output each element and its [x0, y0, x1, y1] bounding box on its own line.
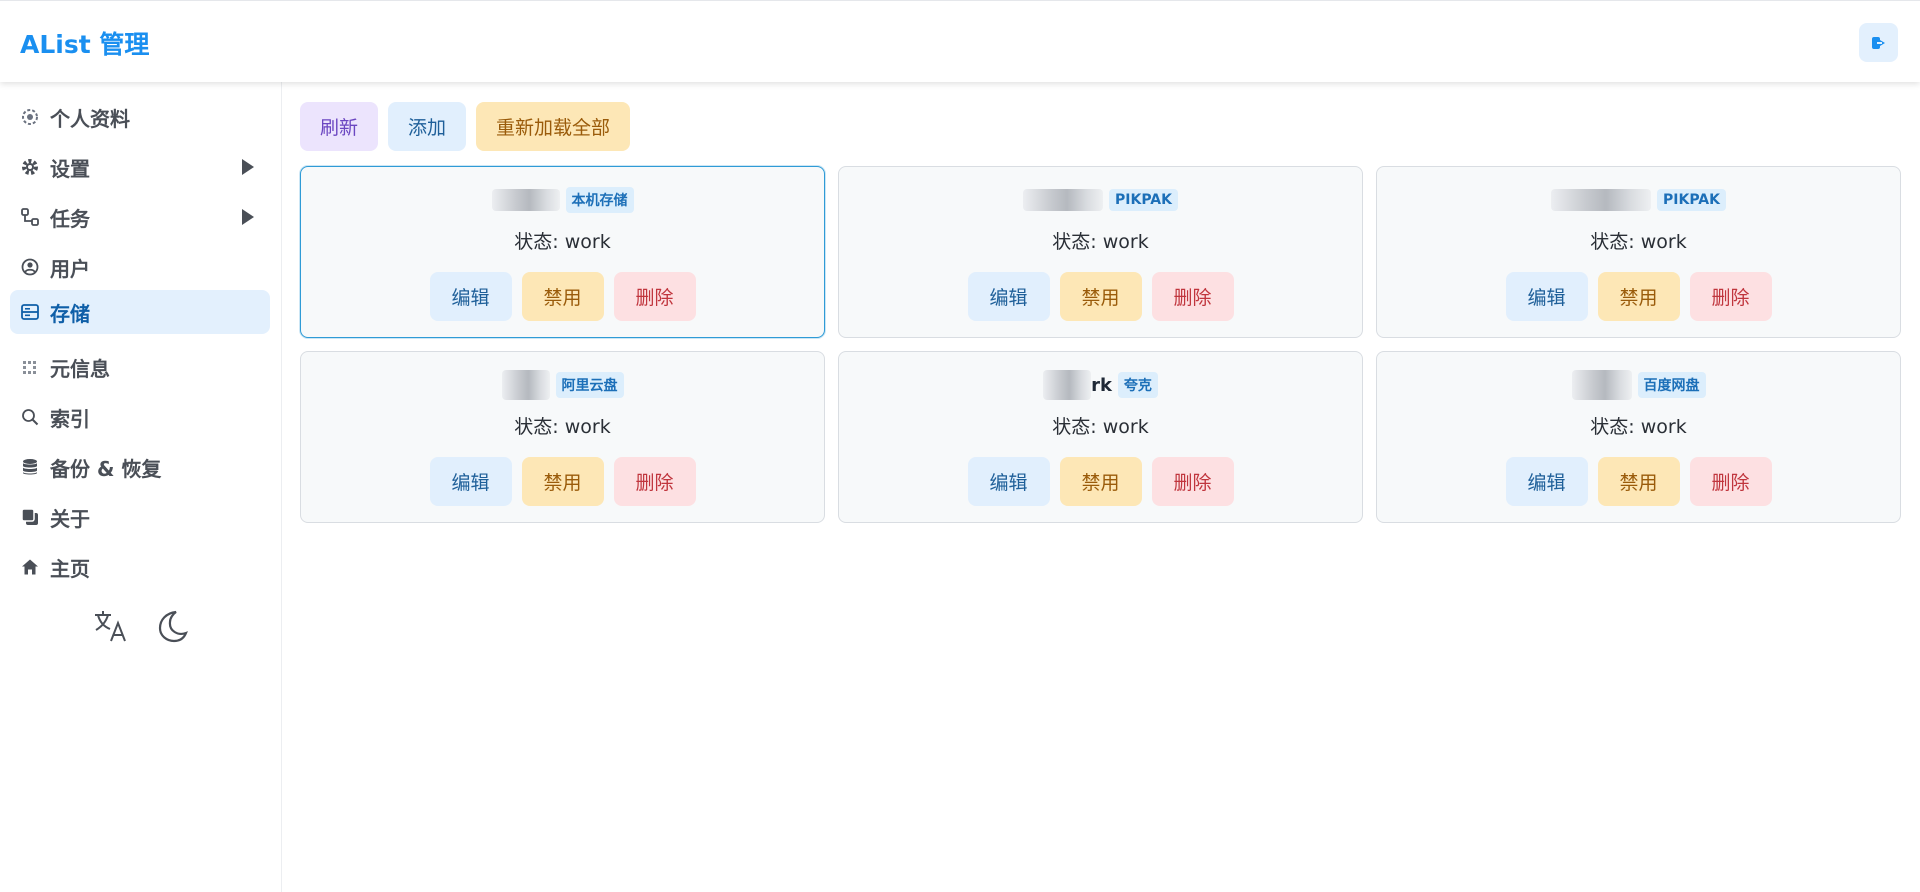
storage-card[interactable]: 阿里云盘 状态: work 编辑 禁用 删除	[300, 351, 825, 523]
moon-icon[interactable]	[154, 608, 190, 644]
sidebar-item-settings[interactable]: 设置	[10, 145, 270, 189]
sidebar-item-label: 存储	[50, 301, 90, 326]
sidebar: 个人资料 设置 任务 用户 存储 元信息 索引 备份 & 恢复 关于 主页	[0, 82, 282, 892]
reload-all-button[interactable]: 重新加载全部	[476, 102, 631, 151]
driver-badge: 阿里云盘	[555, 372, 624, 398]
top-header: AList 管理	[0, 0, 1920, 82]
delete-button[interactable]: 删除	[1689, 272, 1772, 321]
storage-card[interactable]: PIKPAK 状态: work 编辑 禁用 删除	[838, 166, 1363, 338]
mount-path-redacted	[1551, 189, 1651, 211]
sidebar-item-label: 个人资料	[50, 106, 130, 131]
storage-card[interactable]: PIKPAK 状态: work 编辑 禁用 删除	[1376, 166, 1901, 338]
add-button[interactable]: 添加	[388, 102, 467, 151]
user-circle-icon	[20, 257, 40, 277]
storage-card[interactable]: 百度网盘 状态: work 编辑 禁用 删除	[1376, 351, 1901, 523]
mount-path-redacted	[501, 370, 550, 400]
mount-path-redacted	[1043, 370, 1092, 400]
delete-button[interactable]: 删除	[613, 457, 696, 506]
translate-icon[interactable]	[92, 608, 128, 644]
edit-button[interactable]: 编辑	[429, 457, 512, 506]
storage-card-header: PIKPAK	[1377, 187, 1900, 213]
sidebar-item-about[interactable]: 关于	[10, 495, 270, 539]
sidebar-item-index[interactable]: 索引	[10, 395, 270, 439]
refresh-button[interactable]: 刷新	[300, 102, 379, 151]
mount-path-redacted	[1023, 189, 1103, 211]
sidebar-item-label: 设置	[50, 156, 90, 181]
driver-badge: 百度网盘	[1637, 372, 1706, 398]
app-title: AList 管理	[20, 30, 150, 59]
user-cog-icon	[20, 107, 40, 127]
driver-badge: PIKPAK	[1109, 189, 1178, 211]
sidebar-tools	[92, 608, 190, 644]
sidebar-item-label: 主页	[50, 556, 90, 581]
storage-card-header: PIKPAK	[839, 187, 1362, 213]
disable-button[interactable]: 禁用	[1059, 457, 1142, 506]
sidebar-item-users[interactable]: 用户	[10, 245, 270, 289]
driver-badge: PIKPAK	[1657, 189, 1726, 211]
edit-button[interactable]: 编辑	[1505, 272, 1588, 321]
mount-path-redacted	[491, 189, 560, 211]
disable-button[interactable]: 禁用	[1597, 272, 1680, 321]
storage-status: 状态: work	[514, 416, 611, 438]
driver-badge: 本机存储	[565, 187, 634, 213]
delete-button[interactable]: 删除	[1151, 457, 1234, 506]
sidebar-item-profile[interactable]: 个人资料	[10, 95, 270, 139]
storage-card-header: rk 夸克	[839, 370, 1362, 400]
gear-icon	[20, 157, 40, 177]
storage-toolbar: 刷新 添加 重新加载全部	[300, 102, 631, 151]
sidebar-item-tasks[interactable]: 任务	[10, 195, 270, 239]
delete-button[interactable]: 删除	[613, 272, 696, 321]
sidebar-item-label: 元信息	[50, 356, 110, 381]
storage-card-header: 本机存储	[301, 187, 824, 213]
storage-card[interactable]: 本机存储 状态: work 编辑 禁用 删除	[300, 166, 825, 338]
disable-button[interactable]: 禁用	[521, 457, 604, 506]
disable-button[interactable]: 禁用	[1059, 272, 1142, 321]
database-icon	[20, 457, 40, 477]
delete-button[interactable]: 删除	[1689, 457, 1772, 506]
mount-path-suffix: rk	[1091, 374, 1112, 396]
delete-button[interactable]: 删除	[1151, 272, 1234, 321]
disable-button[interactable]: 禁用	[521, 272, 604, 321]
storage-status: 状态: work	[1590, 416, 1687, 438]
storage-status: 状态: work	[1590, 231, 1687, 253]
driver-badge: 夸克	[1117, 372, 1158, 398]
mount-path-redacted	[1571, 370, 1632, 400]
chevron-right-icon	[242, 209, 254, 225]
meta-grid-icon	[20, 357, 40, 377]
storage-card-header: 百度网盘	[1377, 370, 1900, 400]
edit-button[interactable]: 编辑	[967, 272, 1050, 321]
search-icon	[20, 407, 40, 427]
sidebar-item-home[interactable]: 主页	[10, 545, 270, 589]
storage-status: 状态: work	[514, 231, 611, 253]
sidebar-item-backup[interactable]: 备份 & 恢复	[10, 445, 270, 489]
sidebar-item-label: 用户	[50, 256, 90, 281]
disable-button[interactable]: 禁用	[1597, 457, 1680, 506]
sidebar-item-label: 关于	[50, 506, 90, 531]
chevron-right-icon	[242, 159, 254, 175]
sidebar-item-meta[interactable]: 元信息	[10, 345, 270, 389]
sidebar-item-label: 索引	[50, 406, 90, 431]
storage-card-header: 阿里云盘	[301, 370, 824, 400]
logout-icon	[1871, 36, 1885, 49]
storage-icon	[20, 302, 40, 322]
home-icon	[20, 557, 40, 577]
edit-button[interactable]: 编辑	[967, 457, 1050, 506]
edit-button[interactable]: 编辑	[429, 272, 512, 321]
storage-card[interactable]: rk 夸克 状态: work 编辑 禁用 删除	[838, 351, 1363, 523]
sidebar-item-label: 备份 & 恢复	[50, 456, 162, 481]
sidebar-item-storage[interactable]: 存储	[10, 290, 270, 334]
edit-button[interactable]: 编辑	[1505, 457, 1588, 506]
sidebar-item-label: 任务	[50, 206, 90, 231]
flow-icon	[20, 207, 40, 227]
copy-icon	[20, 507, 40, 527]
storage-status: 状态: work	[1052, 416, 1149, 438]
logout-button[interactable]	[1859, 23, 1898, 62]
storage-status: 状态: work	[1052, 231, 1149, 253]
